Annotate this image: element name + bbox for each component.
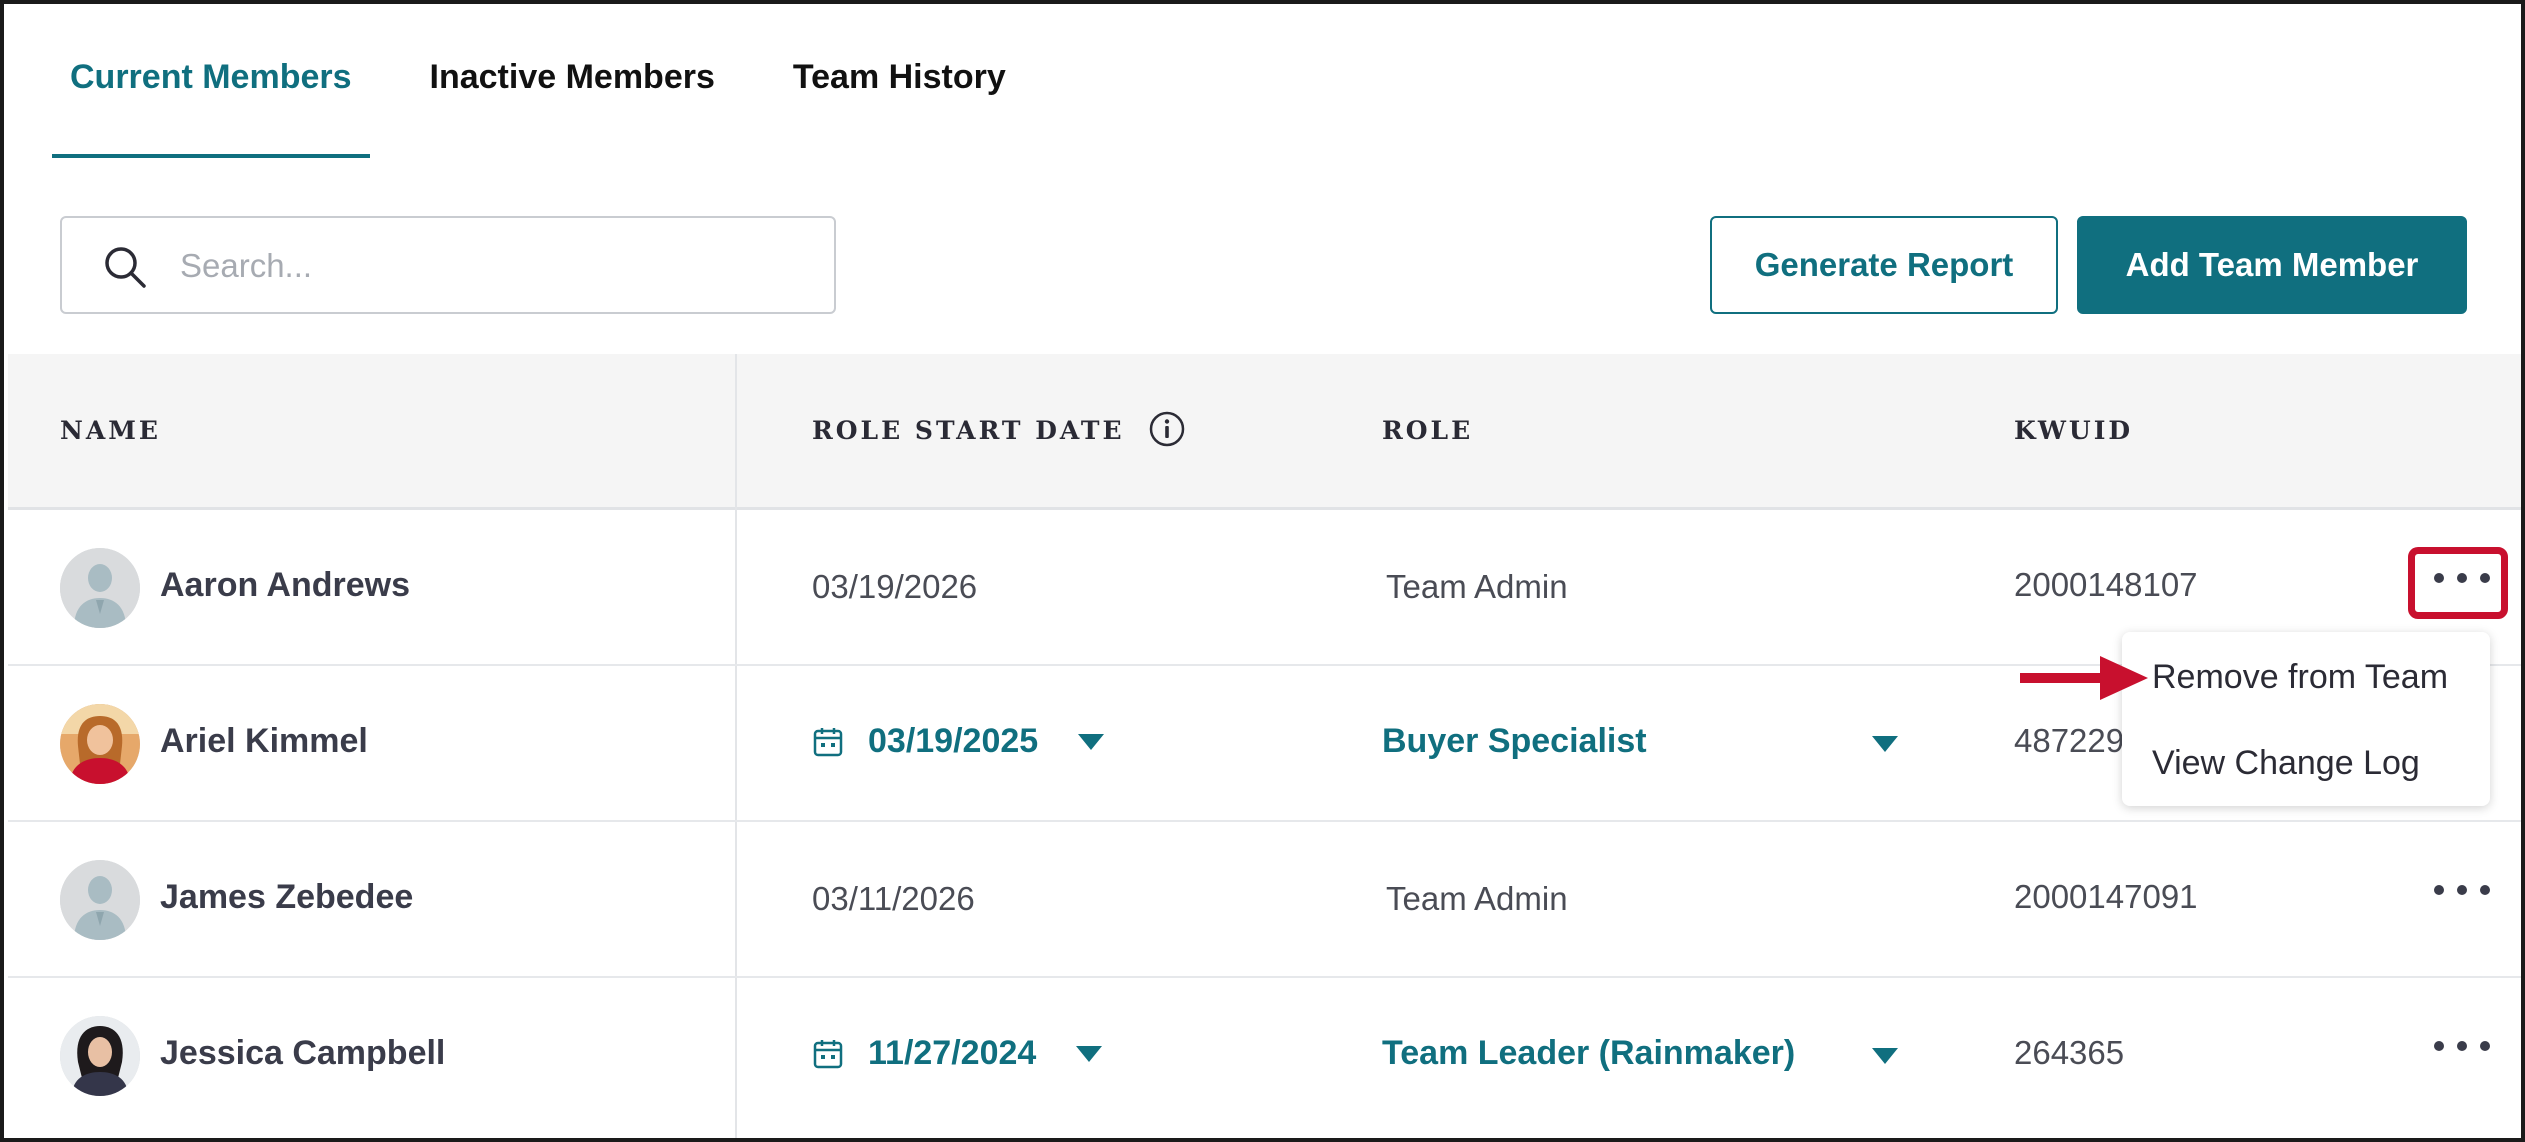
column-header-name[interactable]: NAME bbox=[60, 416, 161, 445]
dot-icon bbox=[2480, 885, 2490, 895]
dot-icon bbox=[2457, 1041, 2467, 1051]
calendar-icon bbox=[813, 1039, 843, 1068]
search-box[interactable] bbox=[60, 216, 836, 314]
tab-team-history[interactable]: Team History bbox=[775, 34, 1024, 158]
role-value: Team Admin bbox=[1386, 880, 1568, 917]
role-select[interactable]: Team Leader (Rainmaker) bbox=[1382, 1034, 1902, 1078]
member-name[interactable]: James Zebedee bbox=[160, 878, 413, 917]
dot-icon bbox=[2457, 885, 2467, 895]
menu-item-remove-from-team[interactable]: Remove from Team bbox=[2152, 658, 2448, 697]
more-options-button[interactable] bbox=[2428, 1026, 2496, 1066]
calendar-icon bbox=[813, 727, 843, 756]
info-icon[interactable] bbox=[1148, 410, 1186, 448]
person-icon bbox=[60, 548, 140, 628]
chevron-down-icon bbox=[1078, 733, 1105, 750]
avatar-placeholder bbox=[60, 548, 140, 628]
callout-highlight-box bbox=[2408, 547, 2508, 619]
table-row: James Zebedee 03/11/2026 Team Admin 2000… bbox=[8, 822, 2521, 978]
generate-report-button[interactable]: Generate Report bbox=[1710, 216, 2058, 314]
role-start-date: 03/11/2026 bbox=[812, 880, 975, 917]
avatar-photo bbox=[60, 1016, 140, 1096]
role-start-date-picker[interactable]: 11/27/2024 bbox=[812, 1034, 1103, 1073]
dot-icon bbox=[2434, 1041, 2444, 1051]
tab-current-members[interactable]: Current Members bbox=[52, 34, 370, 158]
add-team-member-button[interactable]: Add Team Member bbox=[2077, 216, 2467, 314]
chevron-down-icon bbox=[1872, 736, 1898, 752]
role-value: Team Admin bbox=[1386, 568, 1568, 605]
tab-bar: Current Members Inactive Members Team Hi… bbox=[52, 34, 1066, 158]
more-options-button[interactable] bbox=[2428, 870, 2496, 910]
kwuid-value: 2000148107 bbox=[2014, 566, 2198, 603]
column-header-role[interactable]: ROLE bbox=[1382, 416, 1473, 445]
person-photo-icon bbox=[60, 1016, 140, 1096]
team-members-panel: Current Members Inactive Members Team Hi… bbox=[0, 0, 2525, 1142]
role-value: Team Leader (Rainmaker) bbox=[1382, 1034, 1796, 1072]
callout-arrow-icon bbox=[2020, 656, 2148, 700]
role-start-date: 03/19/2026 bbox=[812, 568, 978, 605]
kwuid-value: 487229 bbox=[2014, 722, 2125, 759]
table-header: NAME ROLE START DATE ROLE KWUID bbox=[8, 354, 2521, 510]
column-header-role-start-date[interactable]: ROLE START DATE bbox=[812, 416, 1125, 445]
member-name[interactable]: Aaron Andrews bbox=[160, 566, 410, 605]
tab-inactive-members[interactable]: Inactive Members bbox=[412, 34, 733, 158]
dot-icon bbox=[2434, 885, 2444, 895]
role-start-date: 11/27/2024 bbox=[868, 1034, 1037, 1072]
search-input[interactable] bbox=[180, 236, 800, 296]
kwuid-value: 2000147091 bbox=[2014, 878, 2198, 915]
chevron-down-icon bbox=[1872, 1048, 1898, 1064]
menu-item-view-change-log[interactable]: View Change Log bbox=[2152, 744, 2420, 783]
role-select[interactable]: Buyer Specialist bbox=[1382, 722, 1902, 766]
table-row: Jessica Campbell 11/27/2024 Team Leader … bbox=[8, 978, 2521, 1134]
kwuid-value: 264365 bbox=[2014, 1034, 2125, 1071]
role-start-date: 03/19/2025 bbox=[868, 722, 1039, 760]
dot-icon bbox=[2480, 1041, 2490, 1051]
member-name[interactable]: Ariel Kimmel bbox=[160, 722, 368, 761]
column-header-kwuid[interactable]: KWUID bbox=[2014, 416, 2133, 445]
role-value: Buyer Specialist bbox=[1382, 722, 1647, 760]
avatar-photo bbox=[60, 704, 140, 784]
role-start-date-picker[interactable]: 03/19/2025 bbox=[812, 722, 1105, 761]
member-name[interactable]: Jessica Campbell bbox=[160, 1034, 445, 1073]
row-actions-menu: Remove from Team View Change Log bbox=[2122, 632, 2490, 806]
avatar-placeholder bbox=[60, 860, 140, 940]
person-photo-icon bbox=[60, 704, 140, 784]
person-icon bbox=[60, 860, 140, 940]
chevron-down-icon bbox=[1076, 1045, 1103, 1062]
search-icon bbox=[105, 247, 146, 288]
